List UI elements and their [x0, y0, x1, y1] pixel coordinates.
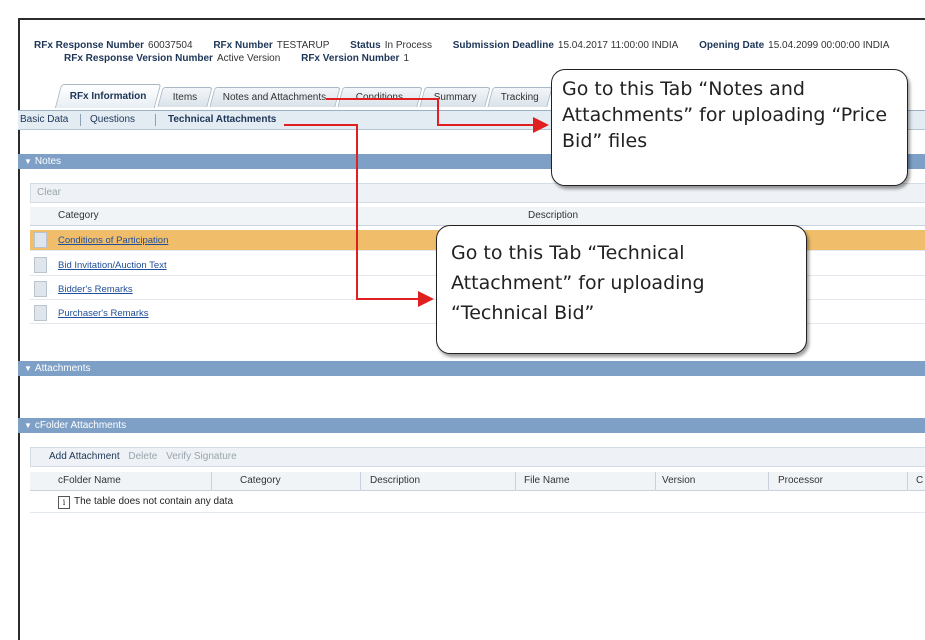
row-selector[interactable] — [34, 305, 47, 321]
tab-rfx-information[interactable]: RFx Information — [54, 84, 162, 108]
column-header-category[interactable]: Category — [240, 473, 281, 489]
attachments-section-header[interactable]: ▼ Attachments — [18, 361, 925, 376]
note-link-conditions-of-participation[interactable]: Conditions of Participation — [58, 235, 168, 246]
opening-date-value: 15.04.2099 00:00:00 INDIA — [768, 40, 890, 51]
row-selector[interactable] — [34, 257, 47, 273]
technical-bid-callout: Go to this Tab “Technical Attachment” fo… — [436, 225, 807, 354]
empty-table-message: The table does not contain any data — [74, 496, 234, 507]
collapse-triangle-icon[interactable]: ▼ — [24, 418, 32, 433]
subtab-technical-attachments[interactable]: Technical Attachments — [168, 114, 276, 125]
opening-date-label: Opening Date — [699, 40, 765, 51]
verify-signature-button[interactable]: Verify Signature — [166, 451, 237, 462]
row-selector[interactable] — [34, 281, 47, 297]
note-link-purchasers-remarks[interactable]: Purchaser's Remarks — [58, 308, 149, 319]
column-divider — [211, 472, 212, 490]
subtab-questions[interactable]: Questions — [90, 114, 135, 125]
column-divider — [360, 472, 361, 490]
rfx-number-label: RFx Number — [213, 40, 273, 51]
column-divider — [655, 472, 656, 490]
clear-button[interactable]: Clear — [37, 187, 61, 198]
tab-summary[interactable]: Summary — [419, 87, 491, 107]
column-header-version[interactable]: Version — [662, 473, 695, 489]
submission-deadline-label: Submission Deadline — [452, 40, 554, 51]
header-line-1: RFx Response Number 60037504 RFx Number TE… — [34, 40, 907, 51]
attachments-section-title: Attachments — [34, 363, 91, 374]
column-header-file-name[interactable]: File Name — [524, 473, 570, 489]
note-link-bidders-remarks[interactable]: Bidder's Remarks — [58, 284, 133, 295]
rfx-version-value: 1 — [403, 53, 410, 64]
cfolder-table-header: cFolder Name Category Description File N… — [30, 472, 925, 491]
subtab-separator — [80, 114, 81, 126]
column-divider — [515, 472, 516, 490]
cfolder-section-header[interactable]: ▼ cFolder Attachments — [18, 418, 925, 433]
response-version-value: Active Version — [216, 53, 281, 64]
note-link-bid-invitation-auction-text[interactable]: Bid Invitation/Auction Text — [58, 260, 167, 271]
rfx-response-number-value: 60037504 — [148, 40, 193, 51]
header-line-2: RFx Response Version Number Active Versio… — [64, 53, 427, 64]
notes-table-header: Category Description — [30, 207, 925, 226]
column-header-description[interactable]: Description — [370, 473, 420, 489]
price-bid-callout: Go to this Tab “Notes and Attachments” f… — [551, 69, 908, 186]
collapse-triangle-icon[interactable]: ▼ — [24, 154, 32, 169]
rfx-number-value: TESTARUP — [276, 40, 330, 51]
column-header-c[interactable]: C — [916, 473, 923, 489]
notes-toolbar: Clear — [30, 183, 925, 203]
tab-items[interactable]: Items — [157, 87, 213, 107]
add-attachment-button[interactable]: Add Attachment — [49, 451, 120, 462]
subtab-separator — [155, 114, 156, 126]
tab-conditions[interactable]: Conditions — [337, 87, 423, 107]
submission-deadline-value: 15.04.2017 11:00:00 INDIA — [557, 40, 679, 51]
subtab-basic-data[interactable]: Basic Data — [20, 114, 68, 125]
status-value: In Process — [384, 40, 432, 51]
status-label: Status — [350, 40, 381, 51]
column-divider — [907, 472, 908, 490]
notes-section-title: Notes — [34, 156, 62, 167]
column-divider — [768, 472, 769, 490]
empty-table-row: i The table does not contain any data — [30, 492, 925, 513]
tab-notes-and-attachments[interactable]: Notes and Attachments — [209, 87, 341, 107]
rfx-version-label: RFx Version Number — [301, 53, 400, 64]
tab-tracking[interactable]: Tracking — [487, 87, 553, 107]
collapse-triangle-icon[interactable]: ▼ — [24, 361, 32, 376]
column-header-processor[interactable]: Processor — [778, 473, 823, 489]
info-icon: i — [58, 496, 70, 509]
response-version-label: RFx Response Version Number — [64, 53, 213, 64]
cfolder-section-title: cFolder Attachments — [34, 420, 127, 431]
cfolder-toolbar: Add Attachment Delete Verify Signature — [30, 447, 925, 467]
rfx-response-number-label: RFx Response Number — [34, 40, 145, 51]
column-header-description[interactable]: Description — [528, 208, 578, 224]
delete-button[interactable]: Delete — [128, 451, 157, 462]
row-selector[interactable] — [34, 232, 47, 248]
column-header-cfolder-name[interactable]: cFolder Name — [58, 473, 121, 489]
column-header-category[interactable]: Category — [58, 208, 99, 224]
